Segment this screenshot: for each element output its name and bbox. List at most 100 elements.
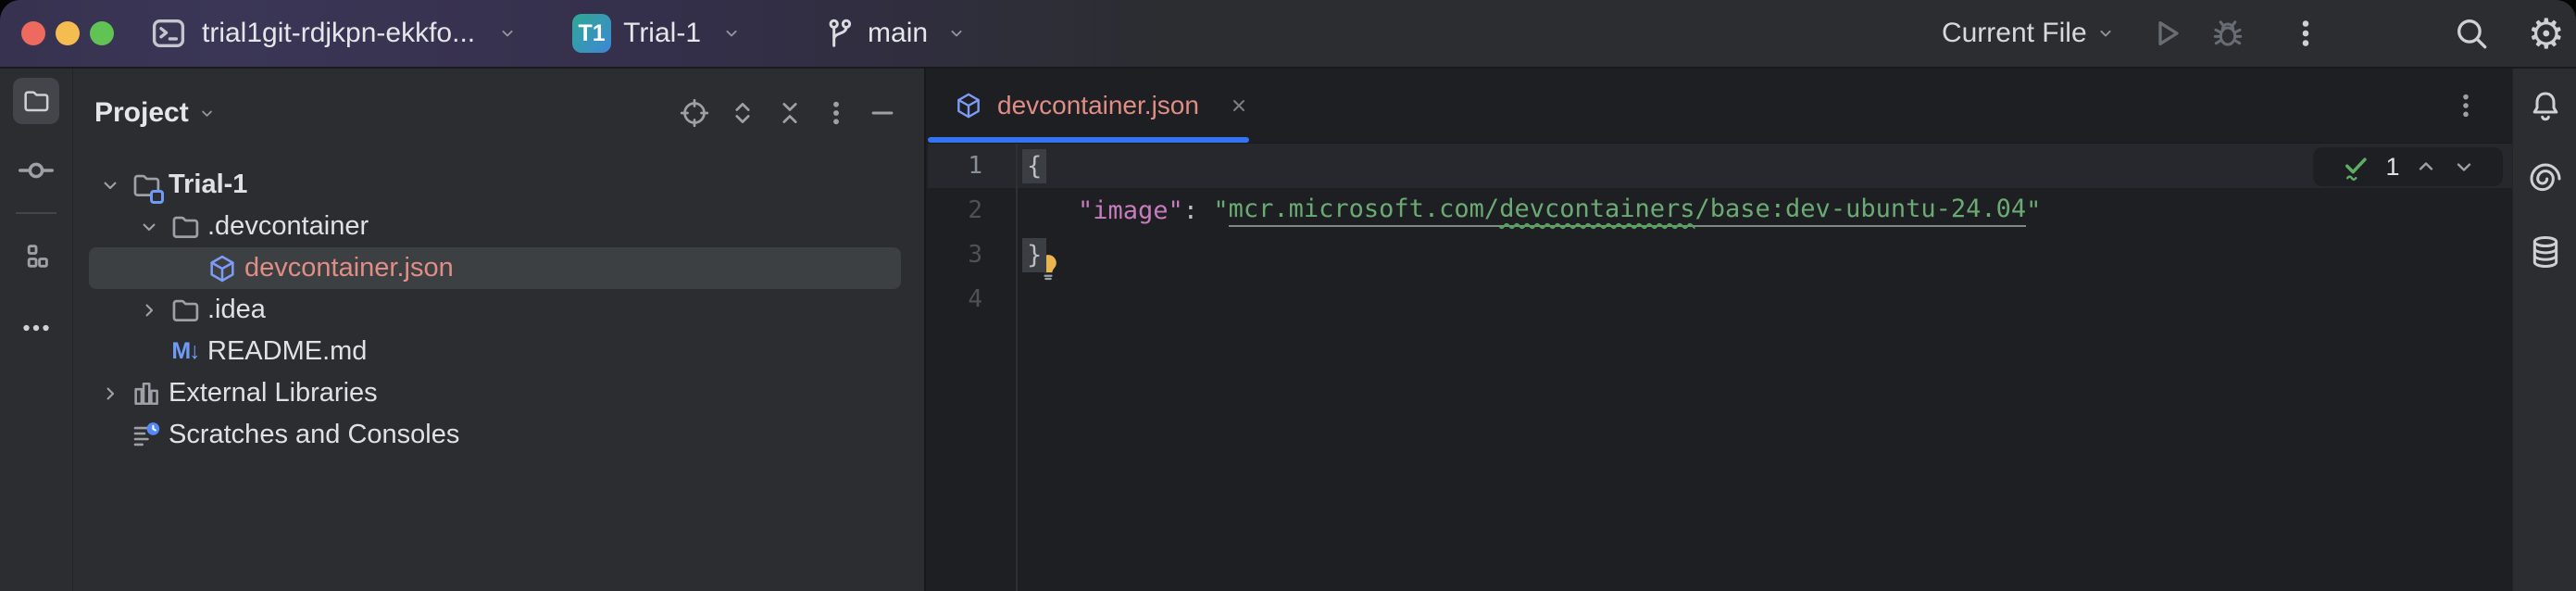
tree-item-idea-folder[interactable]: .idea — [89, 289, 901, 331]
next-problem-chevron-down-icon[interactable] — [2452, 155, 2476, 179]
tree-item-label: devcontainer.json — [244, 253, 454, 283]
tree-item-label: .devcontainer — [207, 211, 369, 242]
editor-tab-bar: devcontainer.json — [928, 69, 2512, 144]
colon-token: : — [1183, 196, 1214, 225]
title-bar: trial1git-rdjkpn-ekkfo... T1 Trial-1 mai… — [0, 0, 2576, 69]
project-tool-window-button[interactable] — [13, 78, 59, 124]
folder-icon — [169, 211, 201, 243]
minimize-window-button[interactable] — [56, 21, 80, 45]
tree-item-label: .idea — [207, 295, 266, 325]
select-opened-file-icon[interactable] — [678, 96, 711, 130]
project-switcher-label: trial1git-rdjkpn-ekkfo... — [202, 18, 475, 49]
previous-problem-chevron-up-icon[interactable] — [2414, 155, 2438, 179]
open-brace-token: { — [1022, 149, 1046, 183]
zoom-window-button[interactable] — [90, 21, 114, 45]
database-icon[interactable] — [2513, 233, 2576, 270]
scratches-icon — [131, 420, 162, 451]
inspection-widget: 1 — [2313, 147, 2503, 186]
code-viewport: 1 { 2 "image": "mcr.microsoft.com/devcon… — [928, 144, 2512, 591]
tab-devcontainer-json[interactable]: devcontainer.json — [928, 69, 1249, 143]
tree-item-label: README.md — [207, 336, 367, 367]
tree-item-readme[interactable]: M↓ README.md — [89, 331, 901, 372]
close-window-button[interactable] — [21, 21, 45, 45]
typo-squiggle-segment: devcontainers — [1499, 195, 1694, 223]
ide-window: trial1git-rdjkpn-ekkfo... T1 Trial-1 mai… — [0, 0, 2576, 591]
code-line-4[interactable]: 4 — [928, 277, 2512, 321]
project-switcher[interactable]: trial1git-rdjkpn-ekkfo... — [149, 14, 517, 53]
workspace-selector[interactable]: T1 Trial-1 — [572, 14, 741, 53]
traffic-lights — [21, 21, 114, 45]
close-tab-icon[interactable] — [1228, 94, 1250, 117]
terminal-project-icon — [149, 14, 188, 53]
code-line-3[interactable]: 3 } — [928, 233, 2512, 277]
project-panel-actions — [678, 96, 898, 130]
left-tool-stripe — [0, 69, 73, 591]
chevron-right-icon[interactable] — [96, 382, 124, 406]
search-everywhere-icon[interactable] — [2452, 14, 2491, 53]
tree-item-devcontainer-folder[interactable]: .devcontainer — [89, 206, 901, 247]
devcontainer-cube-icon — [954, 91, 983, 120]
devcontainer-cube-icon — [206, 253, 238, 284]
git-branch-icon — [822, 16, 857, 51]
line-number[interactable]: 2 — [928, 196, 1016, 224]
workspace-badge: T1 — [572, 14, 611, 53]
code-line-2[interactable]: 2 "image": "mcr.microsoft.com/devcontain… — [928, 188, 2512, 233]
panel-options-kebab-icon[interactable] — [821, 98, 851, 128]
workspace-name: Trial-1 — [623, 18, 701, 49]
tree-item-devcontainer-json-selected[interactable]: devcontainer.json — [89, 247, 901, 289]
libraries-icon — [131, 378, 162, 409]
commit-tool-window-button[interactable] — [0, 150, 72, 191]
tree-item-label: External Libraries — [169, 378, 378, 409]
collapse-all-icon[interactable] — [774, 97, 806, 129]
chevron-down-icon — [947, 24, 966, 43]
line-number[interactable]: 1 — [928, 152, 1016, 180]
tree-item-scratches[interactable]: Scratches and Consoles — [89, 414, 901, 456]
project-panel-header: Project — [73, 69, 924, 157]
inspections-ok-icon[interactable] — [2340, 151, 2371, 182]
chevron-down-icon — [2096, 24, 2115, 43]
hide-panel-icon[interactable] — [867, 97, 898, 129]
markdown-file-icon: M↓ — [169, 338, 201, 365]
run-configuration-label: Current File — [1942, 18, 2087, 49]
tree-item-label: Trial-1 — [169, 170, 247, 200]
project-tree: Trial-1 .devcontainer — [73, 164, 924, 456]
debug-button[interactable] — [2209, 15, 2246, 52]
tree-item-module-root[interactable]: Trial-1 — [89, 164, 901, 206]
folder-icon — [169, 295, 201, 326]
module-badge — [150, 190, 164, 204]
intention-bulb-icon[interactable] — [1033, 194, 1063, 227]
branch-name: main — [868, 18, 928, 49]
run-button[interactable] — [2148, 15, 2185, 52]
settings-gear-icon[interactable]: ⚙ — [2528, 13, 2565, 55]
active-tab-indicator — [928, 137, 1249, 143]
more-actions-kebab-icon[interactable] — [2289, 17, 2322, 50]
run-configuration-selector[interactable]: Current File — [1942, 18, 2115, 49]
structure-tool-window-button[interactable] — [0, 241, 72, 274]
chevron-down-icon — [722, 24, 741, 43]
code-line-1[interactable]: 1 { — [928, 144, 2512, 188]
more-tool-windows-button[interactable] — [0, 311, 72, 345]
tab-label: devcontainer.json — [997, 91, 1199, 120]
notifications-bell-icon[interactable] — [2513, 87, 2576, 124]
chevron-down-icon[interactable] — [135, 215, 163, 239]
inspection-count: 1 — [2385, 153, 2399, 182]
chevron-down-icon[interactable] — [96, 173, 124, 197]
line-number[interactable]: 4 — [928, 285, 1016, 313]
right-tool-stripe — [2512, 69, 2576, 591]
project-panel-title[interactable]: Project — [94, 97, 189, 129]
project-tool-window: Project — [73, 69, 926, 591]
folder-icon — [21, 86, 51, 116]
close-brace-token: } — [1022, 238, 1046, 272]
chevron-right-icon[interactable] — [135, 298, 163, 322]
editor-area: devcontainer.json 1 { 2 — [928, 69, 2512, 591]
line-number[interactable]: 3 — [928, 241, 1016, 269]
open-quote-token: " — [1213, 196, 1228, 225]
ai-assistant-icon[interactable] — [2513, 160, 2576, 197]
tree-item-external-libraries[interactable]: External Libraries — [89, 372, 901, 414]
tab-options-kebab-icon[interactable] — [2451, 69, 2481, 143]
chevron-down-icon — [198, 105, 216, 122]
expand-all-icon[interactable] — [727, 97, 758, 129]
vcs-branch-selector[interactable]: main — [822, 16, 966, 51]
tree-item-label: Scratches and Consoles — [169, 420, 459, 450]
close-quote-token: " — [2026, 196, 2041, 225]
